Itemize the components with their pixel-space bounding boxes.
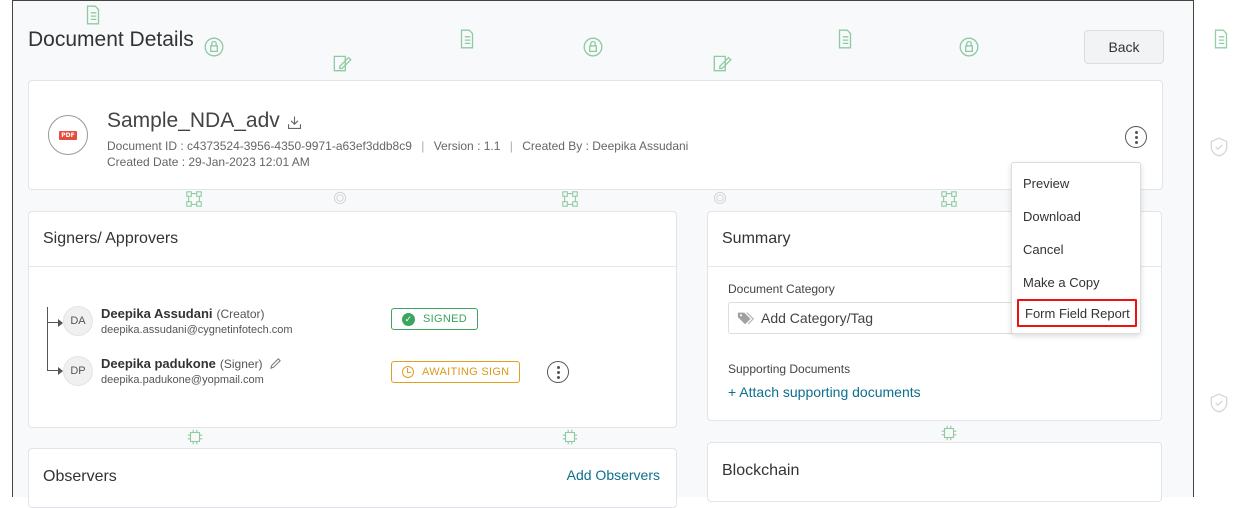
supporting-documents-label: Supporting Documents bbox=[728, 362, 851, 376]
lock-watermark-icon bbox=[203, 36, 225, 58]
menu-item-cancel[interactable]: Cancel bbox=[1012, 233, 1140, 266]
chip-watermark-icon bbox=[186, 428, 204, 446]
blockchain-title: Blockchain bbox=[722, 461, 800, 479]
signers-title: Signers/ Approvers bbox=[29, 212, 676, 267]
back-button[interactable]: Back bbox=[1084, 30, 1164, 64]
shield-watermark-icon bbox=[1208, 392, 1230, 414]
document-created-date: Created Date : 29-Jan-2023 12:01 AM bbox=[107, 155, 310, 169]
document-version: Version : 1.1 bbox=[433, 139, 501, 153]
document-name: Sample_NDA_adv bbox=[107, 109, 280, 132]
status-badge-label: AWAITING SIGN bbox=[422, 366, 510, 378]
chip-watermark-icon bbox=[561, 428, 579, 446]
document-header-card: PDF Sample_NDA_adv Document ID : c437352… bbox=[28, 80, 1163, 190]
pdf-file-badge: PDF bbox=[59, 130, 77, 140]
lock-watermark-icon bbox=[582, 36, 604, 58]
signer-row: DP Deepika padukone (Signer) deepika.padu… bbox=[63, 356, 282, 386]
network-watermark-icon bbox=[561, 190, 579, 208]
document-id: Document ID : c4373524-3956-4350-9971-a6… bbox=[107, 139, 412, 153]
status-badge-awaiting: AWAITING SIGN bbox=[391, 361, 521, 383]
document-name-row: Sample_NDA_adv bbox=[107, 109, 303, 133]
fingerprint-watermark-icon bbox=[332, 190, 348, 206]
document-created-by: Created By : Deepika Assudani bbox=[522, 139, 689, 153]
edit-pencil-icon[interactable] bbox=[269, 357, 282, 370]
signer-email: deepika.padukone@yopmail.com bbox=[101, 374, 264, 386]
check-icon: ✓ bbox=[402, 312, 415, 326]
category-placeholder: Add Category/Tag bbox=[761, 310, 874, 326]
edit-watermark-icon bbox=[331, 52, 353, 74]
edit-watermark-icon bbox=[711, 52, 733, 74]
avatar: DP bbox=[63, 356, 93, 386]
status-badge-label: SIGNED bbox=[423, 313, 467, 325]
signer-row: DA Deepika Assudani (Creator) deepika.ass… bbox=[63, 306, 293, 336]
signer-role: (Signer) bbox=[219, 356, 263, 371]
add-observers-link[interactable]: Add Observers bbox=[567, 467, 660, 483]
more-options-icon[interactable] bbox=[1125, 126, 1147, 148]
options-dropdown-menu: Preview Download Cancel Make a Copy Form… bbox=[1011, 162, 1141, 334]
menu-item-form-field-report[interactable]: Form Field Report bbox=[1017, 299, 1137, 327]
category-tag-input[interactable]: Add Category/Tag bbox=[728, 302, 1028, 334]
signer-role: (Creator) bbox=[216, 306, 265, 321]
menu-item-download[interactable]: Download bbox=[1012, 200, 1140, 233]
signer-name: Deepika padukone bbox=[101, 356, 216, 371]
document-watermark-icon bbox=[456, 28, 478, 50]
pdf-file-icon: PDF bbox=[48, 115, 88, 155]
download-icon[interactable] bbox=[286, 113, 303, 130]
network-watermark-icon bbox=[185, 190, 203, 208]
signer-options-icon[interactable] bbox=[547, 361, 569, 383]
page-title: Document Details bbox=[28, 28, 194, 51]
menu-item-preview[interactable]: Preview bbox=[1012, 167, 1140, 200]
document-watermark-icon bbox=[82, 4, 104, 26]
shield-watermark-icon bbox=[1208, 136, 1230, 158]
fingerprint-watermark-icon bbox=[712, 190, 728, 206]
document-meta: Document ID : c4373524-3956-4350-9971-a6… bbox=[107, 139, 688, 153]
blockchain-card: Blockchain bbox=[707, 442, 1162, 502]
tag-icon bbox=[737, 310, 755, 326]
document-watermark-icon bbox=[1210, 28, 1232, 50]
network-watermark-icon bbox=[940, 190, 958, 208]
menu-item-make-copy[interactable]: Make a Copy bbox=[1012, 266, 1140, 299]
observers-card: Observers Add Observers bbox=[28, 448, 677, 508]
chip-watermark-icon bbox=[940, 424, 958, 442]
meta-separator: | bbox=[509, 139, 513, 153]
status-badge-signed: ✓ SIGNED bbox=[391, 308, 478, 330]
lock-watermark-icon bbox=[958, 36, 980, 58]
signers-card: Signers/ Approvers DA Deepika Assudani (C… bbox=[28, 211, 677, 428]
meta-separator: | bbox=[421, 139, 425, 153]
document-category-label: Document Category bbox=[728, 282, 835, 296]
signer-email: deepika.assudani@cygnetinfotech.com bbox=[101, 324, 293, 336]
attach-documents-link[interactable]: + Attach supporting documents bbox=[728, 384, 921, 400]
signer-name: Deepika Assudani bbox=[101, 306, 213, 321]
clock-icon bbox=[402, 366, 414, 378]
document-watermark-icon bbox=[834, 28, 856, 50]
avatar: DA bbox=[63, 306, 93, 336]
